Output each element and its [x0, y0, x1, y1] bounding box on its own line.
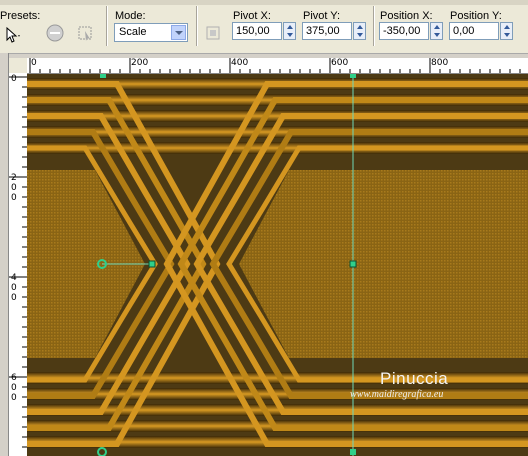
watermark-name: Pinuccia: [380, 369, 449, 388]
ruler-label: 600: [331, 58, 349, 68]
mode-label: Mode:: [115, 10, 146, 22]
chevron-down-icon[interactable]: [171, 25, 186, 40]
ruler-label: 200: [131, 58, 149, 68]
pivot-x-input[interactable]: 150,00: [232, 22, 282, 40]
pivot-x-spinner[interactable]: [283, 22, 296, 40]
watermark-url: www.maidiregrafica.eu: [350, 389, 444, 400]
rotation-handle[interactable]: [148, 260, 156, 268]
transform-icon[interactable]: [74, 22, 96, 44]
pivot-x-label: Pivot X:: [233, 10, 271, 22]
image-canvas[interactable]: [27, 74, 528, 456]
horizontal-ruler-ticks: [29, 58, 521, 73]
toolbar-separator: [106, 6, 108, 46]
presets-label: Presets:: [0, 10, 41, 22]
position-y-input[interactable]: 0,00: [449, 22, 499, 40]
toolbar-separator: [196, 6, 198, 46]
pivot-y-spinner[interactable]: [353, 22, 366, 40]
bottom-right-handle[interactable]: [350, 449, 356, 455]
mode-select-value: Scale: [119, 26, 147, 38]
mode-select[interactable]: Scale: [114, 23, 188, 42]
lock-pivot-icon[interactable]: [202, 22, 224, 44]
right-mesh-panel: [239, 170, 528, 358]
ruler-label: 800: [431, 58, 449, 68]
ruler-label: 200: [11, 173, 17, 203]
toolbar-separator: [373, 6, 375, 46]
ruler-label: 600: [11, 373, 17, 403]
ruler-corner: [9, 58, 27, 73]
ruler-label: 0: [11, 74, 17, 84]
top-right-handle[interactable]: [350, 74, 356, 78]
side-handle-right[interactable]: [349, 260, 357, 268]
left-panel-edge: [0, 53, 9, 456]
top-handle[interactable]: [100, 74, 106, 78]
pivot-y-label: Pivot Y:: [303, 10, 341, 22]
position-x-label: Position X:: [380, 10, 433, 22]
ruler-label: 400: [231, 58, 249, 68]
position-x-spinner[interactable]: [430, 22, 443, 40]
position-x-input[interactable]: -350,00: [379, 22, 429, 40]
canvas-artwork: [27, 74, 528, 456]
tool-options-toolbar: Presets: Mode: Scale Pivot X: 150,00 Piv…: [0, 0, 528, 54]
ruler-label: 0: [31, 58, 37, 68]
position-y-label: Position Y:: [450, 10, 502, 22]
pivot-y-input[interactable]: 375,00: [302, 22, 352, 40]
ruler-label: 400: [11, 273, 17, 303]
position-y-spinner[interactable]: [500, 22, 513, 40]
vertical-ruler: 0 200 400 600: [9, 73, 28, 456]
presets-arrow-icon[interactable]: [2, 24, 24, 46]
horizontal-ruler: 0 200 400 600 800: [27, 58, 528, 74]
toolbar-top-strip: [0, 0, 528, 5]
reset-icon[interactable]: [44, 22, 66, 44]
